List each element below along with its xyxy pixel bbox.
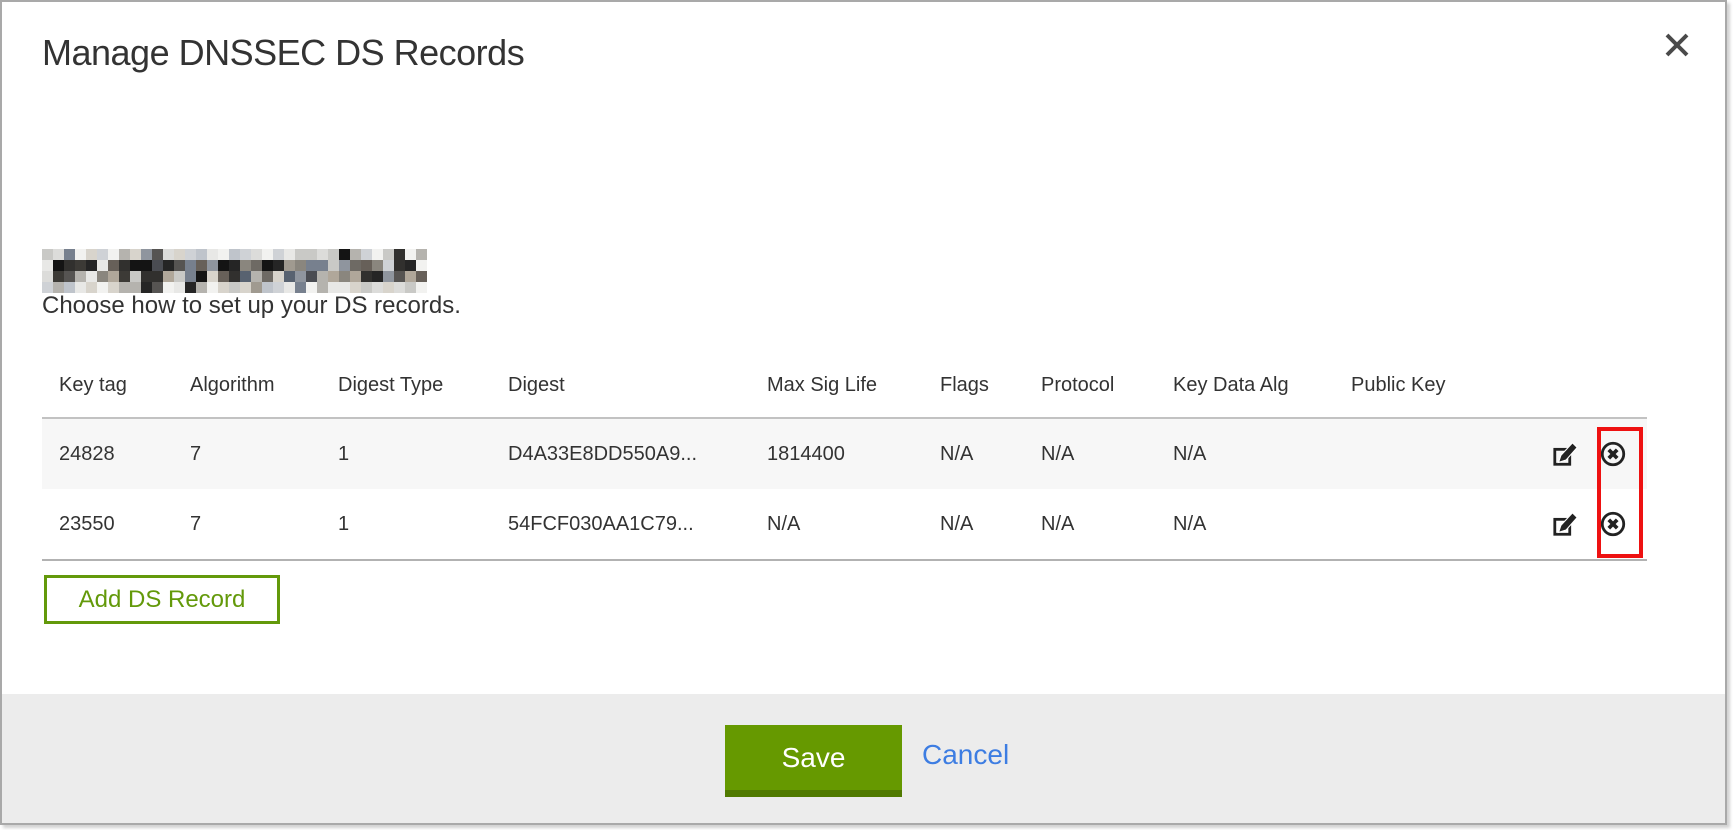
cell-digest-type: 1 — [321, 513, 491, 536]
column-header-digest-type: Digest Type — [321, 374, 491, 397]
cell-algorithm: 7 — [173, 513, 321, 536]
edit-record-button[interactable] — [1552, 510, 1580, 538]
screenshot: Manage DNSSEC DS Records Choose how to s… — [0, 0, 1734, 830]
add-ds-record-button[interactable]: Add DS Record — [44, 575, 280, 624]
table-row: 24828 7 1 D4A33E8DD550A9... 1814400 N/A … — [42, 419, 1647, 489]
cell-algorithm: 7 — [173, 443, 321, 466]
cell-max-sig-life: N/A — [750, 513, 923, 536]
ds-records-table: Key tag Algorithm Digest Type Digest Max… — [42, 353, 1647, 561]
dialog-footer: Save Cancel — [2, 694, 1725, 823]
cell-protocol: N/A — [1024, 443, 1156, 466]
cell-flags: N/A — [923, 443, 1024, 466]
column-header-key-data-alg: Key Data Alg — [1156, 374, 1334, 397]
edit-icon — [1552, 526, 1580, 538]
cancel-link[interactable]: Cancel — [922, 739, 1009, 771]
dnssec-dialog: Manage DNSSEC DS Records Choose how to s… — [0, 0, 1727, 825]
column-header-flags: Flags — [923, 374, 1024, 397]
column-header-key-tag: Key tag — [42, 374, 173, 397]
cell-max-sig-life: 1814400 — [750, 443, 923, 466]
cell-key-data-alg: N/A — [1156, 443, 1334, 466]
row-actions — [1535, 440, 1647, 468]
delete-record-button[interactable] — [1599, 440, 1627, 468]
delete-x-icon — [1599, 456, 1627, 468]
close-button[interactable] — [1657, 26, 1697, 66]
close-icon — [1662, 48, 1692, 63]
table-row: 23550 7 1 54FCF030AA1C79... N/A N/A N/A … — [42, 489, 1647, 561]
cell-flags: N/A — [923, 513, 1024, 536]
cell-protocol: N/A — [1024, 513, 1156, 536]
table-header: Key tag Algorithm Digest Type Digest Max… — [42, 353, 1647, 419]
setup-instruction: Choose how to set up your DS records. — [42, 292, 461, 320]
delete-x-icon — [1599, 526, 1627, 538]
dialog-title: Manage DNSSEC DS Records — [42, 32, 524, 74]
save-button[interactable]: Save — [725, 725, 902, 797]
cell-digest-type: 1 — [321, 443, 491, 466]
edit-icon — [1552, 456, 1580, 468]
edit-record-button[interactable] — [1552, 440, 1580, 468]
domain-name-redacted — [42, 249, 427, 293]
cell-key-data-alg: N/A — [1156, 513, 1334, 536]
cell-digest: D4A33E8DD550A9... — [491, 443, 750, 466]
column-header-protocol: Protocol — [1024, 374, 1156, 397]
cell-key-tag: 24828 — [42, 443, 173, 466]
delete-record-button[interactable] — [1599, 510, 1627, 538]
cell-digest: 54FCF030AA1C79... — [491, 513, 750, 536]
row-actions — [1535, 510, 1647, 538]
column-header-public-key: Public Key — [1334, 374, 1535, 397]
column-header-digest: Digest — [491, 374, 750, 397]
cell-key-tag: 23550 — [42, 513, 173, 536]
column-header-algorithm: Algorithm — [173, 374, 321, 397]
column-header-max-sig-life: Max Sig Life — [750, 374, 923, 397]
